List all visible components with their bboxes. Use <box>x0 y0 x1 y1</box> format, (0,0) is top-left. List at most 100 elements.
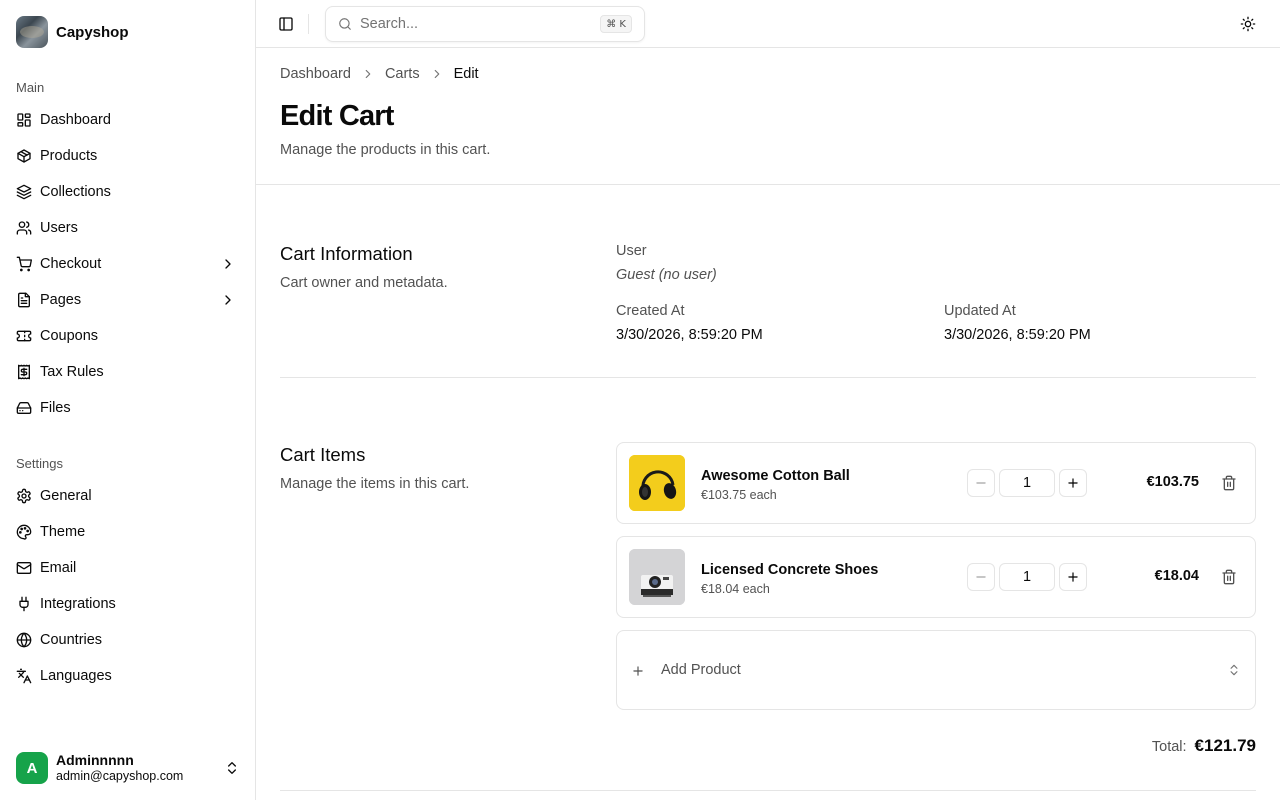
headphones-icon <box>629 455 685 511</box>
add-product-select[interactable]: Add Product <box>616 630 1256 710</box>
sidebar-item-collections[interactable]: Collections <box>8 176 248 208</box>
sidebar-item-checkout[interactable]: Checkout <box>8 248 248 280</box>
brand-name: Capyshop <box>56 23 129 41</box>
sidebar-item-theme[interactable]: Theme <box>8 516 248 548</box>
sidebar-item-label: Tax Rules <box>40 364 104 380</box>
sidebar-item-label: Pages <box>40 292 82 308</box>
sidebar-item-coupons[interactable]: Coupons <box>8 320 248 352</box>
decrease-quantity-button[interactable] <box>967 469 995 497</box>
sidebar-item-integrations[interactable]: Integrations <box>8 588 248 620</box>
chevron-right-icon <box>225 295 231 305</box>
dashboard-icon <box>17 113 31 127</box>
receipt-icon <box>18 364 30 380</box>
sidebar-item-countries[interactable]: Countries <box>8 624 248 656</box>
sidebar-item-languages[interactable]: Languages <box>8 660 248 692</box>
cart-total: Total: €121.79 <box>1152 736 1256 756</box>
trash-icon[interactable] <box>1221 569 1237 585</box>
item-total-price: €18.04 <box>1154 568 1199 584</box>
quantity-input[interactable] <box>999 563 1055 591</box>
minus-icon <box>976 576 986 578</box>
globe-icon <box>16 632 32 648</box>
sun-icon[interactable] <box>1240 16 1256 32</box>
sidebar-item-label: Files <box>40 400 71 416</box>
nav-group-main-label: Main <box>16 80 45 95</box>
main-content: Dashboard Carts Edit Edit Cart Manage th… <box>256 48 1280 800</box>
user-menu[interactable]: A Adminnnnn admin@capyshop.com <box>16 752 240 784</box>
plus-icon <box>633 666 643 676</box>
search-box[interactable]: ⌘ K <box>325 6 645 42</box>
search-input[interactable] <box>360 16 600 32</box>
item-total-price: €103.75 <box>1146 474 1199 490</box>
sidebar: Capyshop Main Dashboard Products Collect… <box>0 0 256 800</box>
palette-icon <box>16 524 32 540</box>
plus-icon <box>1068 478 1078 488</box>
page-subtitle: Manage the products in this cart. <box>280 142 491 158</box>
brand-logo <box>16 16 48 48</box>
item-name: Licensed Concrete Shoes <box>701 562 879 578</box>
translate-icon <box>16 668 32 684</box>
updated-at-label: Updated At <box>944 303 1016 319</box>
chevrons-up-down-icon <box>228 762 236 774</box>
sidebar-item-tax-rules[interactable]: Tax Rules <box>8 356 248 388</box>
sidebar-item-label: Countries <box>40 632 103 648</box>
sidebar-item-label: Users <box>40 220 78 236</box>
total-label: Total: <box>1151 739 1187 755</box>
trash-icon[interactable] <box>1221 475 1237 491</box>
created-at-value: 3/30/2026, 8:59:20 PM <box>616 327 763 343</box>
chevrons-up-down-icon <box>1230 664 1238 676</box>
sidebar-item-general[interactable]: General <box>8 480 248 512</box>
cart-info-title: Cart Information <box>280 243 413 264</box>
created-at-label: Created At <box>616 303 685 319</box>
sidebar-item-email[interactable]: Email <box>8 552 248 584</box>
breadcrumb-carts[interactable]: Carts <box>385 66 420 82</box>
top-header: ⌘ K <box>256 0 1280 48</box>
avatar: A <box>16 752 48 784</box>
cart-info-subtitle: Cart owner and metadata. <box>280 275 448 291</box>
brand[interactable]: Capyshop <box>16 16 129 48</box>
increase-quantity-button[interactable] <box>1059 563 1087 591</box>
updated-at-value: 3/30/2026, 8:59:20 PM <box>944 327 1091 343</box>
item-name: Awesome Cotton Ball <box>701 468 850 484</box>
sidebar-item-label: General <box>40 488 92 504</box>
chevron-right-icon <box>225 259 231 269</box>
sidebar-item-dashboard[interactable]: Dashboard <box>8 104 248 136</box>
search-icon <box>339 18 351 30</box>
nav-group-settings-label: Settings <box>16 456 63 471</box>
user-label: User <box>616 243 647 259</box>
decrease-quantity-button[interactable] <box>967 563 995 591</box>
cart-item: Awesome Cotton Ball €103.75 each €103.75 <box>616 442 1256 524</box>
increase-quantity-button[interactable] <box>1059 469 1087 497</box>
chevron-right-icon <box>434 69 439 79</box>
search-shortcut: ⌘ K <box>600 15 632 33</box>
sidebar-item-label: Coupons <box>40 328 99 344</box>
divider <box>280 790 1256 791</box>
cart-icon <box>16 256 32 272</box>
sidebar-item-pages[interactable]: Pages <box>8 284 248 316</box>
header-divider <box>308 14 309 34</box>
chevron-right-icon <box>365 69 371 79</box>
cart-item: Licensed Concrete Shoes €18.04 each €18.… <box>616 536 1256 618</box>
plug-icon <box>19 596 29 612</box>
panel-left-icon[interactable] <box>278 16 294 32</box>
page-title: Edit Cart <box>280 100 394 132</box>
sidebar-item-label: Products <box>40 148 98 164</box>
hard-drive-icon <box>16 402 32 414</box>
divider <box>280 377 1256 378</box>
product-thumbnail <box>629 455 685 511</box>
cart-items-subtitle: Manage the items in this cart. <box>280 476 470 492</box>
product-thumbnail <box>629 549 685 605</box>
breadcrumb-current: Edit <box>453 66 479 82</box>
divider <box>256 184 1280 185</box>
sidebar-item-label: Collections <box>40 184 111 200</box>
sidebar-item-products[interactable]: Products <box>8 140 248 172</box>
users-icon <box>16 221 32 235</box>
sidebar-item-label: Integrations <box>40 596 116 612</box>
breadcrumb-dashboard[interactable]: Dashboard <box>280 66 351 82</box>
add-product-label: Add Product <box>661 662 741 678</box>
sidebar-item-users[interactable]: Users <box>8 212 248 244</box>
minus-icon <box>976 482 986 484</box>
total-value: €121.79 <box>1194 736 1256 755</box>
sidebar-item-files[interactable]: Files <box>8 392 248 424</box>
camera-icon <box>629 549 685 605</box>
quantity-input[interactable] <box>999 469 1055 497</box>
